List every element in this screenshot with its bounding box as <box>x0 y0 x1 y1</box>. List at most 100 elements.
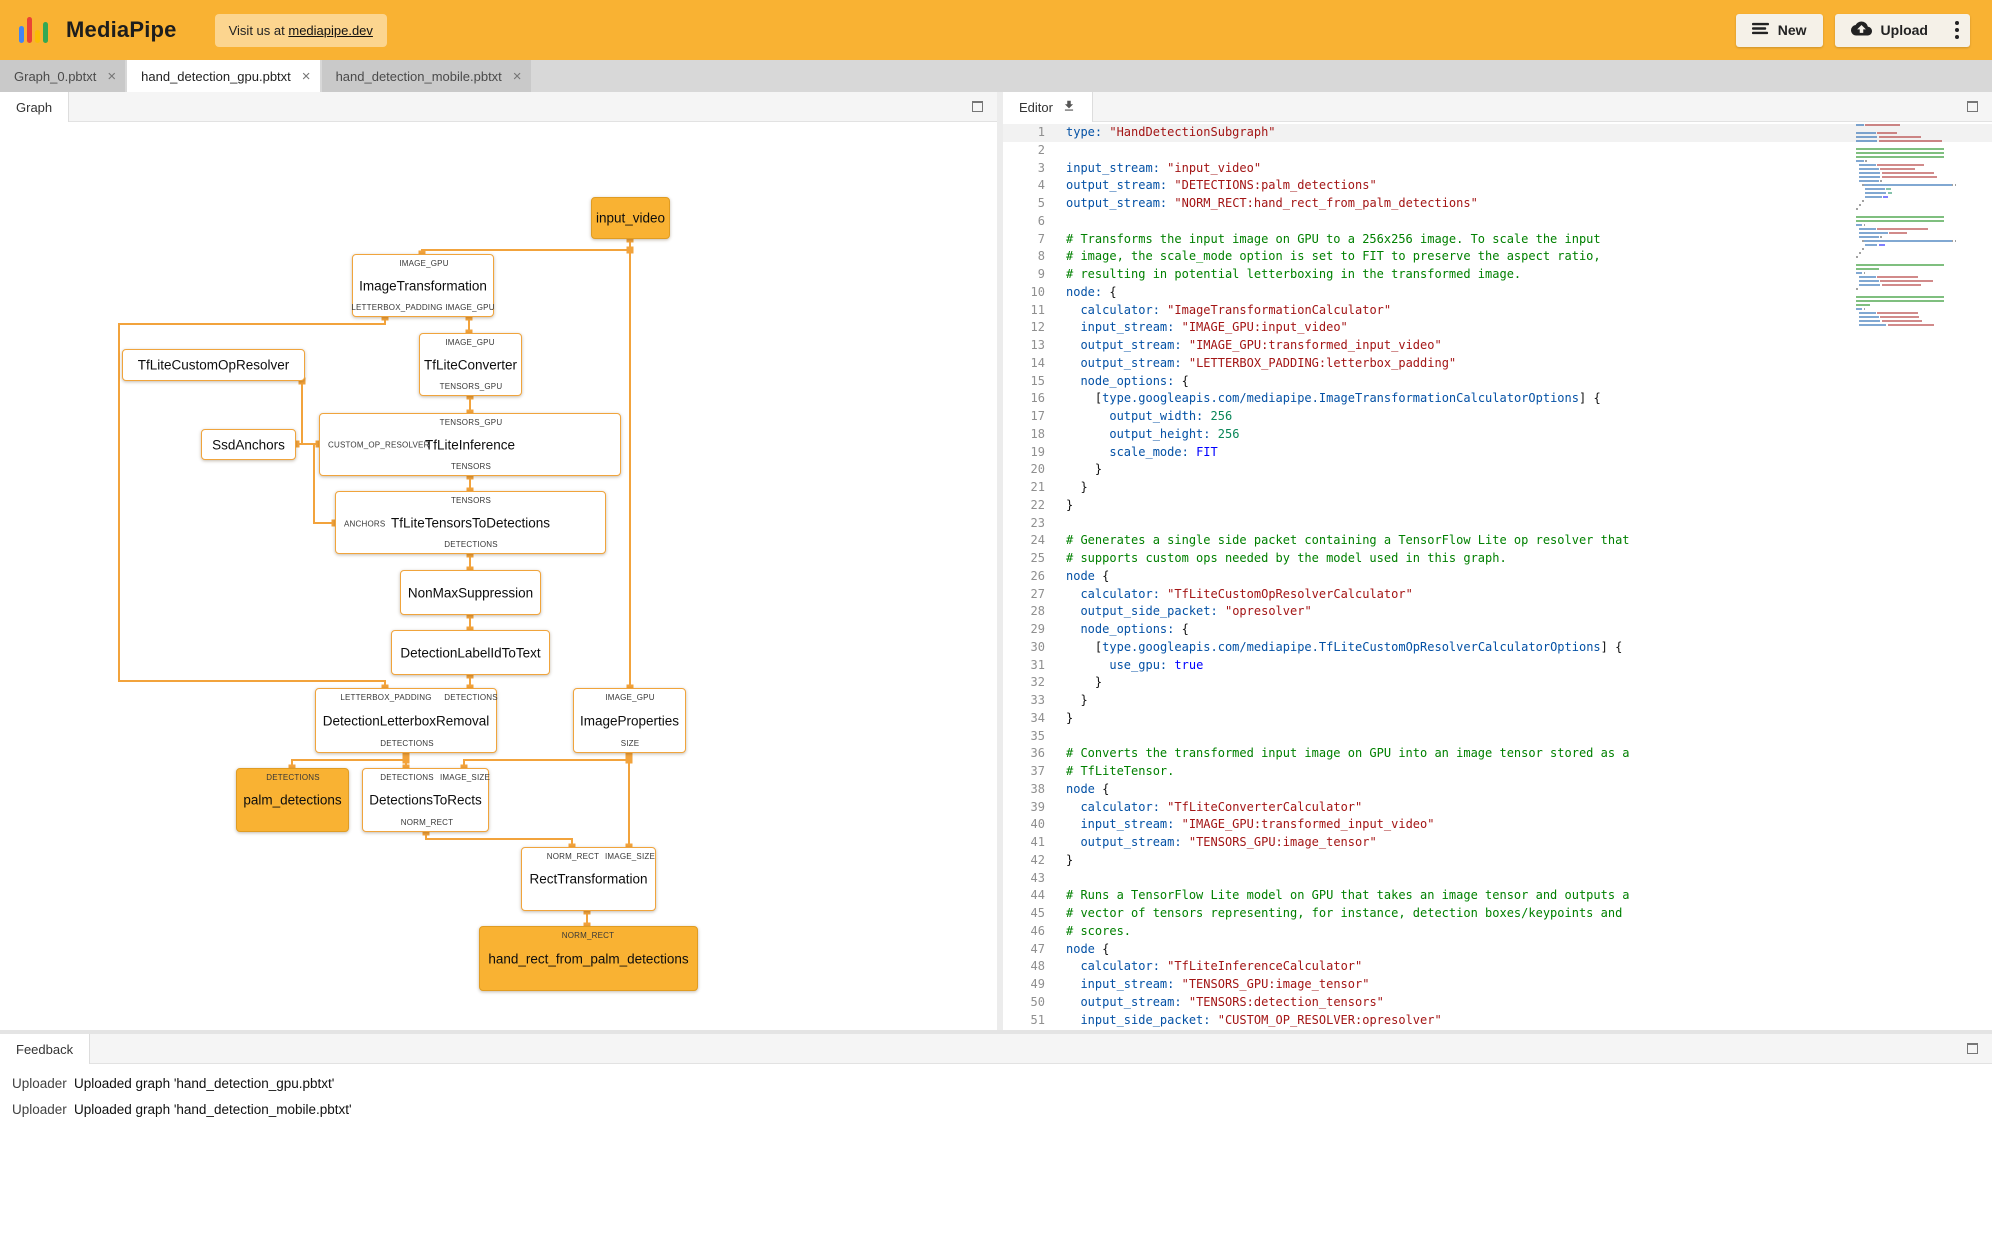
graph-node-TfLiteInference[interactable]: TENSORS_GPU TENSORS CUSTOM_OP_RESOLVER TfLi… <box>319 413 621 476</box>
code-text: input_side_packet: "CUSTOM_OP_RESOLVER:o… <box>1080 1012 1442 1027</box>
code-line[interactable]: 41 output_stream: "TENSORS_GPU:image_ten… <box>1003 834 1992 852</box>
code-line[interactable]: 21 } <box>1003 479 1992 497</box>
code-line[interactable]: 13 output_stream: "IMAGE_GPU:transformed… <box>1003 337 1992 355</box>
graph-node-RectTransformation[interactable]: NORM_RECT IMAGE_SIZE RectTransformation <box>521 847 656 911</box>
code-line[interactable]: 45 # vector of tensors representing, for … <box>1003 905 1992 923</box>
code-line[interactable]: 24 # Generates a single side packet conta… <box>1003 532 1992 550</box>
graph-node-hand_rect_from_palm_detections[interactable]: NORM_RECT hand_rect_from_palm_detections <box>479 926 698 991</box>
code-line[interactable]: 10 node: { <box>1003 284 1992 302</box>
code-line[interactable]: 43 <box>1003 870 1992 888</box>
graph-node-TfLiteCustomOpResolver[interactable]: TfLiteCustomOpResolver <box>122 349 305 381</box>
feedback-tab[interactable]: Feedback <box>0 1034 91 1064</box>
new-button[interactable]: New <box>1735 13 1823 47</box>
graph-node-DetectionLetterboxRemoval[interactable]: LETTERBOX_PADDING DETECTIONS DETECTIONS Det… <box>315 688 498 753</box>
graph-canvas[interactable]: input_video IMAGE_GPU LETTERBOX_PADDING IMA… <box>0 122 997 1030</box>
line-number: 3 <box>1037 160 1045 175</box>
node-title: palm_detections <box>243 792 342 808</box>
code-line[interactable]: 5 output_stream: "NORM_RECT:hand_rect_fro… <box>1003 195 1992 213</box>
visit-link[interactable]: mediapipe.dev <box>288 23 373 38</box>
graph-node-ImageProperties[interactable]: IMAGE_GPU SIZE ImageProperties <box>573 688 686 753</box>
code-line[interactable]: 12 input_stream: "IMAGE_GPU:input_video" <box>1003 319 1992 337</box>
code-line[interactable]: 2 <box>1003 142 1992 160</box>
app-header: MediaPipe Visit us at mediapipe.dev New … <box>0 0 1992 60</box>
code-text: output_stream: "DETECTIONS:palm_detectio… <box>1066 178 1377 193</box>
code-line[interactable]: 44 # Runs a TensorFlow Lite model on GPU … <box>1003 887 1992 905</box>
code-line[interactable]: 28 output_side_packet: "opresolver" <box>1003 603 1992 621</box>
graph-node-ImageTransformation[interactable]: IMAGE_GPU LETTERBOX_PADDING IMAGE_GPU Image… <box>351 254 494 317</box>
code-line[interactable]: 14 output_stream: "LETTERBOX_PADDING:let… <box>1003 355 1992 373</box>
download-icon[interactable] <box>1062 99 1076 116</box>
code-line[interactable]: 37 # TfLiteTensor. <box>1003 763 1992 781</box>
code-line[interactable]: 39 calculator: "TfLiteConverterCalculato… <box>1003 799 1992 817</box>
code-line[interactable]: 29 node_options: { <box>1003 621 1992 639</box>
code-line[interactable]: 23 <box>1003 515 1992 533</box>
code-text: use_gpu: true <box>1109 657 1204 672</box>
code-line[interactable]: 7 # Transforms the input image on GPU to … <box>1003 231 1992 249</box>
code-line[interactable]: 35 <box>1003 728 1992 746</box>
editor-tab[interactable]: Editor <box>1003 92 1093 122</box>
code-line[interactable]: 48 calculator: "TfLiteInferenceCalculato… <box>1003 958 1992 976</box>
code-editor[interactable]: 1 type: "HandDetectionSubgraph" 2 3 input_st… <box>1003 122 1992 1030</box>
code-line[interactable]: 50 output_stream: "TENSORS:detection_ten… <box>1003 994 1992 1012</box>
graph-node-palm_detections[interactable]: DETECTIONS palm_detections <box>236 768 349 832</box>
code-line[interactable]: 19 scale_mode: FIT <box>1003 444 1992 462</box>
code-line[interactable]: 1 type: "HandDetectionSubgraph" <box>1003 124 1992 142</box>
port-label: TENSORS_GPU <box>439 418 503 427</box>
code-text: # vector of tensors representing, for in… <box>1066 906 1623 920</box>
code-line[interactable]: 30 [type.googleapis.com/mediapipe.TfLite… <box>1003 639 1992 657</box>
graph-node-DetectionLabelIdToText[interactable]: DetectionLabelIdToText <box>391 630 550 675</box>
code-line[interactable]: 26 node { <box>1003 568 1992 586</box>
node-title: TfLiteConverter <box>423 357 518 372</box>
upload-button[interactable]: Upload <box>1835 14 1944 47</box>
code-line[interactable]: 9 # resulting in potential letterboxing i… <box>1003 266 1992 284</box>
more-menu-icon[interactable] <box>1944 14 1970 47</box>
code-line[interactable]: 40 input_stream: "IMAGE_GPU:transformed_… <box>1003 816 1992 834</box>
code-line[interactable]: 49 input_stream: "TENSORS_GPU:image_tens… <box>1003 976 1992 994</box>
code-line[interactable]: 20 } <box>1003 461 1992 479</box>
visit-link-box[interactable]: Visit us at mediapipe.dev <box>214 13 387 47</box>
code-line[interactable]: 16 [type.googleapis.com/mediapipe.ImageT… <box>1003 390 1992 408</box>
graph-node-TfLiteTensorsToDetections[interactable]: TENSORS DETECTIONS ANCHORS TfLiteTensorsToD… <box>335 491 606 554</box>
graph-tab[interactable]: Graph <box>0 92 70 122</box>
code-line[interactable]: 36 # Converts the transformed input image… <box>1003 745 1992 763</box>
editor-minimap[interactable] <box>1856 124 1956 328</box>
graph-node-DetectionsToRects[interactable]: DETECTIONS IMAGE_SIZE NORM_RECT DetectionsT… <box>362 768 490 832</box>
code-line[interactable]: 32 } <box>1003 674 1992 692</box>
file-tab[interactable]: hand_detection_mobile.pbtxt × <box>321 60 531 92</box>
graph-node-input_video[interactable]: input_video <box>591 197 670 239</box>
expand-graph-icon[interactable] <box>972 101 983 112</box>
code-line[interactable]: 3 input_stream: "input_video" <box>1003 160 1992 178</box>
code-line[interactable]: 11 calculator: "ImageTransformationCalcu… <box>1003 302 1992 320</box>
code-text: # Generates a single side packet contain… <box>1066 533 1630 548</box>
code-line[interactable]: 4 output_stream: "DETECTIONS:palm_detecti… <box>1003 177 1992 195</box>
code-line[interactable]: 17 output_width: 256 <box>1003 408 1992 426</box>
file-tab[interactable]: Graph_0.pbtxt × <box>0 60 126 92</box>
code-line[interactable]: 22} <box>1003 497 1992 515</box>
graph-node-SsdAnchors[interactable]: SsdAnchors <box>201 429 296 460</box>
code-line[interactable]: 27 calculator: "TfLiteCustomOpResolverCa… <box>1003 586 1992 604</box>
close-tab-icon[interactable]: × <box>107 69 116 84</box>
port-label: LETTERBOX_PADDING <box>351 303 443 312</box>
code-line[interactable]: 46 # scores. <box>1003 923 1992 941</box>
code-line[interactable]: 15 node_options: { <box>1003 373 1992 391</box>
expand-editor-icon[interactable] <box>1967 101 1978 112</box>
code-line[interactable]: 34} <box>1003 710 1992 728</box>
code-line[interactable]: 25 # supports custom ops needed by the mo… <box>1003 550 1992 568</box>
code-line[interactable]: 31 use_gpu: true <box>1003 657 1992 675</box>
code-line[interactable]: 6 <box>1003 213 1992 231</box>
code-line[interactable]: 8 # image, the scale_mode option is set t… <box>1003 248 1992 266</box>
close-tab-icon[interactable]: × <box>302 69 311 84</box>
code-line[interactable]: 38 node { <box>1003 781 1992 799</box>
line-number: 33 <box>1030 693 1045 707</box>
graph-node-TfLiteConverter[interactable]: IMAGE_GPU TENSORS_GPU TfLiteConverter <box>419 333 522 396</box>
expand-feedback-icon[interactable] <box>1967 1043 1978 1054</box>
code-line[interactable]: 47 node { <box>1003 941 1992 959</box>
graph-edge <box>301 381 319 445</box>
code-line[interactable]: 33 } <box>1003 692 1992 710</box>
code-line[interactable]: 42} <box>1003 852 1992 870</box>
close-tab-icon[interactable]: × <box>513 69 522 84</box>
code-line[interactable]: 18 output_height: 256 <box>1003 426 1992 444</box>
file-tab[interactable]: hand_detection_gpu.pbtxt × <box>127 60 320 92</box>
code-line[interactable]: 51 input_side_packet: "CUSTOM_OP_RESOLVE… <box>1003 1012 1992 1030</box>
graph-node-NonMaxSuppression[interactable]: NonMaxSuppression <box>400 570 541 615</box>
